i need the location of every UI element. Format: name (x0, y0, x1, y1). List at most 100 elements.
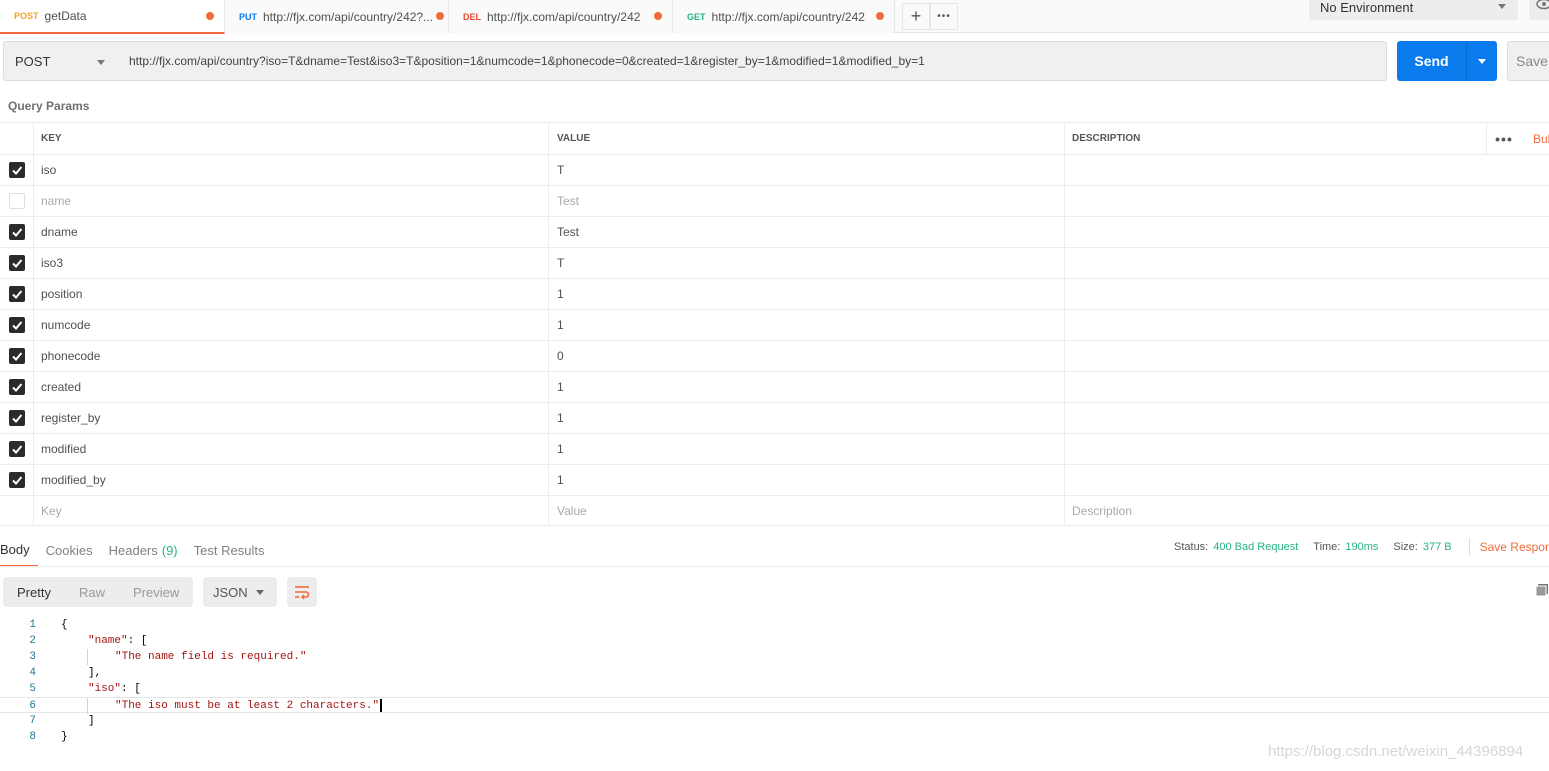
code-text: { (61, 617, 68, 633)
param-enabled-checkbox[interactable] (8, 255, 25, 271)
bulk-edit-link[interactable]: Bulk Edit (1533, 123, 1549, 155)
param-enabled-checkbox[interactable] (8, 193, 25, 209)
request-url-input[interactable]: http://fjx.com/api/country?iso=T&dname=T… (118, 41, 1387, 81)
save-button[interactable]: Save (1507, 41, 1549, 81)
query-params-table: KEY VALUE DESCRIPTION ••• Bulk Edit isoT… (0, 122, 1549, 526)
param-row: phonecode 0 (0, 340, 1549, 371)
param-enabled-cell (0, 403, 33, 433)
tab-test-results[interactable]: Test Results (186, 533, 273, 567)
code-token: } (61, 731, 68, 743)
check-icon (11, 352, 22, 361)
request-tab[interactable]: POST getData (0, 0, 225, 34)
request-tab[interactable]: DEL http://fjx.com/api/country/242 (449, 0, 673, 33)
copy-response-button[interactable] (1535, 583, 1549, 597)
param-value-input[interactable]: 0 (548, 341, 1064, 371)
code-token: "The iso must be at least 2 characters." (115, 700, 380, 712)
request-tab[interactable]: PUT http://fjx.com/api/country/242?... (225, 0, 449, 33)
param-key-input[interactable]: dname (33, 217, 548, 247)
param-key-input[interactable]: iso (33, 155, 548, 185)
param-description-input[interactable] (1064, 434, 1549, 464)
param-description-input[interactable] (1064, 465, 1549, 495)
status-label: Status: (1174, 541, 1209, 553)
environment-quick-look-button[interactable] (1529, 0, 1549, 20)
send-button[interactable]: Send (1397, 41, 1466, 81)
param-enabled-checkbox[interactable] (8, 441, 25, 457)
view-preview-button[interactable]: Preview (119, 577, 193, 607)
time-value[interactable]: 190ms (1345, 541, 1378, 553)
param-enabled-checkbox[interactable] (8, 317, 25, 333)
check-icon (11, 414, 22, 423)
query-params-title: Query Params (8, 99, 90, 113)
tab-headers[interactable]: Headers (9) (101, 533, 186, 567)
param-row: iso3 T (0, 247, 1549, 278)
param-value-input[interactable]: Test (548, 217, 1064, 247)
wrap-lines-button[interactable] (287, 577, 317, 607)
param-enabled-checkbox[interactable] (8, 348, 25, 364)
param-enabled-checkbox[interactable] (8, 379, 25, 395)
indent-guide (87, 649, 88, 665)
param-enabled-cell (0, 434, 33, 464)
param-description-input[interactable] (1064, 248, 1549, 278)
view-raw-button[interactable]: Raw (65, 577, 119, 607)
send-options-button[interactable] (1466, 41, 1497, 81)
param-enabled-checkbox[interactable] (8, 286, 25, 302)
param-description-input[interactable] (1064, 310, 1549, 340)
param-value-input[interactable]: 1 (548, 279, 1064, 309)
param-description-input[interactable] (1064, 155, 1549, 185)
response-format-select[interactable]: JSON (203, 577, 277, 607)
response-view-toggle: Pretty Raw Preview (3, 577, 194, 607)
tab-body[interactable]: Body (0, 533, 38, 567)
size-value[interactable]: 377 B (1423, 541, 1452, 553)
param-value-input[interactable]: 1 (548, 310, 1064, 340)
param-key-input[interactable]: numcode (33, 310, 548, 340)
param-description-input[interactable] (1064, 372, 1549, 402)
param-value-input[interactable]: T (548, 248, 1064, 278)
tab-cookies[interactable]: Cookies (38, 533, 101, 567)
param-key-input[interactable]: phonecode (33, 341, 548, 371)
code-token: "name" (88, 635, 128, 647)
params-body: iso Tname Test dname Test iso3 Tposition 1 numco… (0, 154, 1549, 495)
param-key-input[interactable]: modified_by (33, 465, 548, 495)
tab-headers-label: Headers (108, 542, 158, 558)
param-enabled-checkbox[interactable] (8, 162, 25, 178)
param-description-input[interactable] (1064, 279, 1549, 309)
param-enabled-cell (0, 155, 33, 185)
param-key-input[interactable]: register_by (33, 403, 548, 433)
param-enabled-cell (0, 217, 33, 247)
param-row: modified 1 (0, 433, 1549, 464)
param-enabled-checkbox[interactable] (8, 410, 25, 426)
new-description-input[interactable]: Description (1064, 496, 1549, 526)
view-pretty-button[interactable]: Pretty (3, 577, 65, 607)
param-key-input[interactable]: name (33, 186, 548, 216)
param-description-input[interactable] (1064, 217, 1549, 247)
param-value-input[interactable]: 1 (548, 403, 1064, 433)
save-response-button[interactable]: Save Response (1480, 540, 1549, 554)
request-tab[interactable]: GET http://fjx.com/api/country/242 (673, 0, 895, 33)
code-line: 3 "The name field is required." (0, 649, 1549, 665)
new-key-input[interactable]: Key (33, 496, 548, 526)
param-key-input[interactable]: created (33, 372, 548, 402)
param-value-input[interactable]: 1 (548, 465, 1064, 495)
params-more-button[interactable]: ••• (1486, 123, 1521, 155)
param-description-input[interactable] (1064, 403, 1549, 433)
http-method-select[interactable]: POST (3, 41, 119, 81)
param-enabled-checkbox[interactable] (8, 224, 25, 240)
param-value-input[interactable]: 1 (548, 434, 1064, 464)
param-key-input[interactable]: modified (33, 434, 548, 464)
tab-options-button[interactable]: ••• (930, 3, 958, 30)
param-description-input[interactable] (1064, 341, 1549, 371)
param-value-input[interactable]: Test (548, 186, 1064, 216)
environment-select[interactable]: No Environment (1309, 0, 1518, 20)
param-key-input[interactable]: position (33, 279, 548, 309)
param-value-input[interactable]: T (548, 155, 1064, 185)
param-description-input[interactable] (1064, 186, 1549, 216)
check-icon (11, 290, 22, 299)
new-tab-button[interactable]: + (902, 3, 930, 30)
new-value-input[interactable]: Value (548, 496, 1064, 526)
param-key-input[interactable]: iso3 (33, 248, 548, 278)
response-body-editor[interactable]: 1{2 "name": [3 "The name field is required… (0, 617, 1549, 745)
param-value-input[interactable]: 1 (548, 372, 1064, 402)
status-value[interactable]: 400 Bad Request (1213, 541, 1298, 553)
param-enabled-checkbox[interactable] (8, 472, 25, 488)
code-token: ] (88, 715, 95, 727)
